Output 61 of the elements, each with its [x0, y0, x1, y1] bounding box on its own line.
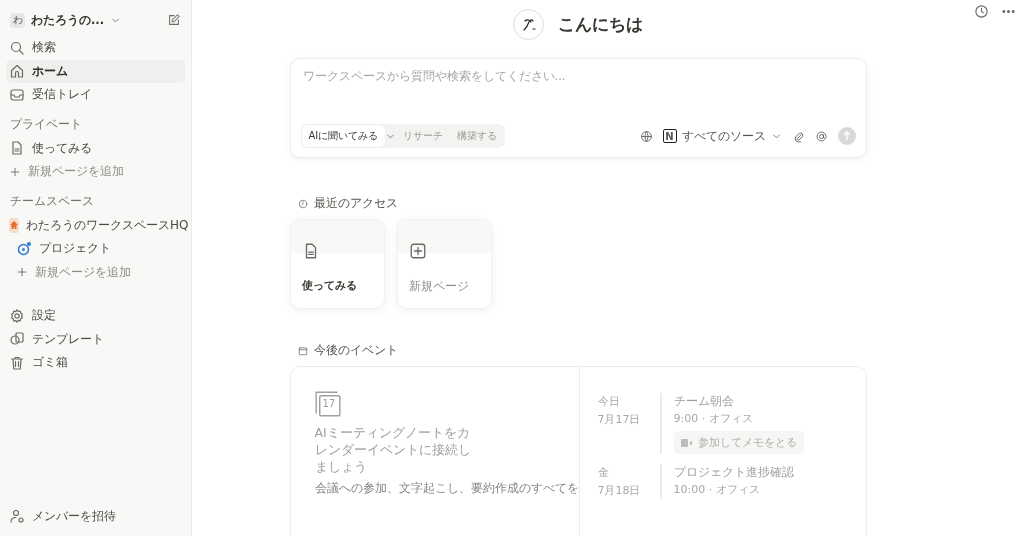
house-icon: [9, 217, 19, 233]
arrow-up-icon: [841, 131, 852, 141]
sidebar-item[interactable]: 検索: [6, 36, 185, 60]
event-title: プロジェクト進捗確認: [673, 464, 794, 481]
section-heading: 今後のイベント: [313, 343, 398, 358]
shapes-icon: [9, 331, 25, 348]
source-label: すべてのソース: [681, 127, 766, 145]
at-sign-icon: [814, 129, 828, 143]
plus-square-icon: [408, 242, 427, 260]
page-card[interactable]: 使ってみる: [289, 219, 385, 309]
source-selector[interactable]: N すべてのソース: [662, 127, 782, 145]
event-title: チーム朝会: [673, 393, 735, 410]
target-icon: [16, 240, 32, 257]
home-icon: [9, 63, 25, 80]
card-title: 使ってみる: [301, 279, 358, 293]
person-add-icon: [9, 508, 25, 525]
calendar-icon: [314, 391, 341, 417]
sidebar-item[interactable]: 新規ページを追加: [6, 160, 185, 184]
invite-button[interactable]: メンバーを招待: [6, 504, 185, 528]
greeting-heading: こんにちは: [558, 13, 643, 36]
day-label: 今日: [597, 394, 621, 410]
sidebar-item[interactable]: プロジェクト: [6, 237, 185, 261]
logo: N: [662, 129, 677, 143]
sidebar-item[interactable]: ゴミ箱: [6, 351, 185, 375]
clock-icon: [297, 198, 308, 209]
plus-icon: [16, 266, 28, 279]
sidebar-item[interactable]: 設定: [6, 304, 185, 328]
section-label: チームスペース: [9, 192, 95, 210]
date-label: 7月18日: [597, 482, 642, 499]
video-camera-icon: [680, 438, 692, 447]
trash-icon: [9, 354, 25, 371]
section-heading: 最近のアクセス: [313, 196, 398, 211]
event-time: 10:00 · オフィス: [673, 482, 761, 497]
document-icon: [9, 140, 25, 157]
question-input[interactable]: ワークスペースから質問や検索をしてください...: [300, 69, 856, 83]
ask-box[interactable]: ワークスペースから質問や検索をしてください... AIに聞いてみる リサーチ 構築する N すべてのソース: [289, 58, 867, 158]
calendar-icon: [297, 345, 308, 356]
sidebar-item[interactable]: 新規ページを追加: [6, 260, 185, 284]
workspace-name[interactable]: わたろうの...: [31, 12, 105, 28]
sidebar-item[interactable]: 受信トレイ: [6, 83, 185, 107]
sidebar-item[interactable]: 使ってみる: [6, 136, 185, 160]
event-time: 9:00 · オフィス: [673, 411, 754, 426]
search-icon: [9, 39, 25, 56]
globe-icon: [639, 129, 653, 143]
new-page-icon: [167, 13, 181, 27]
promo-heading: AIミーティングノートをカレンダーイベントに接続しましょう: [314, 425, 472, 476]
workspace-avatar[interactable]: わ: [10, 12, 25, 28]
section-label: プライベート: [9, 115, 83, 133]
send-button[interactable]: [837, 127, 856, 145]
day-label: 金: [597, 465, 610, 481]
clock-icon: [974, 4, 989, 19]
calendar-day: 17: [322, 399, 336, 409]
mode-tab[interactable]: AIに聞いてみる: [301, 125, 386, 147]
card-title: 新規ページ: [408, 279, 470, 294]
inbox-icon: [9, 86, 25, 103]
plus-icon: [9, 165, 21, 178]
page-card[interactable]: 新規ページ: [396, 219, 492, 309]
date-label: 7月17日: [597, 411, 642, 428]
sidebar-item[interactable]: ホーム: [6, 59, 185, 83]
sidebar-item[interactable]: テンプレート: [6, 327, 185, 351]
settings-icon: [9, 307, 25, 324]
